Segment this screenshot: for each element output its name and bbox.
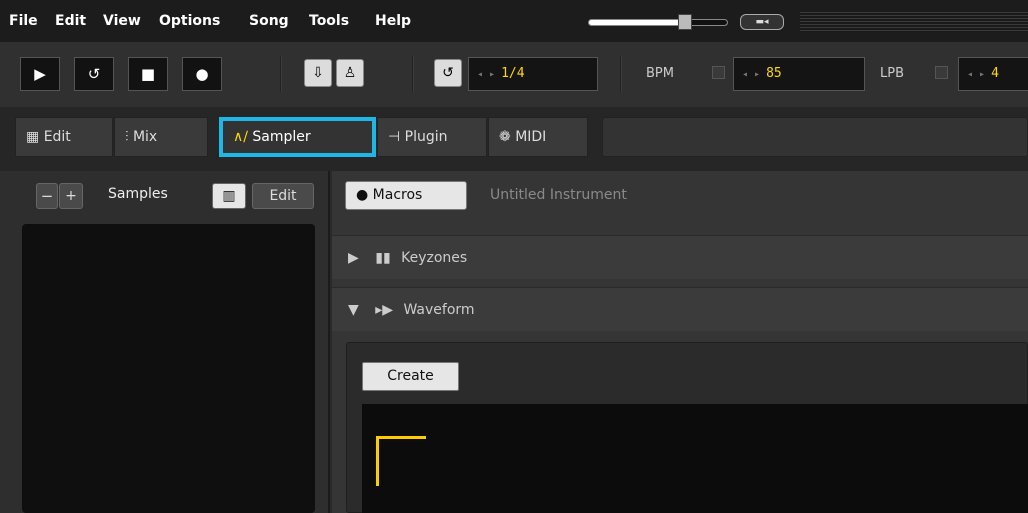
tab-mix[interactable]: ⫶ Mix: [114, 117, 208, 157]
play-button[interactable]: ▶: [20, 57, 60, 91]
collapse-arrow-icon: ▼: [348, 302, 359, 318]
master-volume-handle[interactable]: [678, 14, 692, 30]
plug-icon: ⊣: [388, 129, 401, 145]
bpm-checkbox[interactable]: [712, 66, 725, 79]
create-sample-button[interactable]: Create: [362, 362, 459, 391]
tab-edit-label: Edit: [43, 129, 71, 145]
piano-keys-icon: ▥: [222, 188, 236, 204]
metronome-button[interactable]: ♙: [336, 59, 364, 87]
loop-icon: ↺: [87, 65, 101, 83]
waveform-zigzag-icon: ∧∕: [233, 129, 248, 145]
follow-playhead-button[interactable]: ⇩: [304, 59, 332, 87]
macro-knob-icon: ●: [356, 187, 369, 203]
bpm-stepper[interactable]: ◂ ▸ 85: [733, 57, 865, 91]
menu-view[interactable]: View: [103, 13, 141, 29]
keyzones-icon: ▮▮: [375, 250, 391, 266]
tab-mix-label: Mix: [132, 129, 158, 145]
toolbar-separator: [280, 56, 282, 92]
lpb-value: 4: [991, 66, 999, 81]
lpb-stepper[interactable]: ◂ ▸ 4: [958, 57, 1028, 91]
output-meter: [800, 12, 1028, 32]
record-button[interactable]: ●: [182, 57, 222, 91]
loop-play-button[interactable]: ↺: [74, 57, 114, 91]
tab-plugin[interactable]: ⊣ Plugin: [377, 117, 487, 157]
lpb-checkbox[interactable]: [935, 66, 948, 79]
stepper-arrows-icon[interactable]: ◂ ▸: [959, 69, 985, 80]
tab-midi[interactable]: ❁ MIDI: [488, 117, 588, 157]
record-icon: ●: [195, 65, 209, 83]
instrument-name[interactable]: Untitled Instrument: [490, 187, 627, 203]
menu-song[interactable]: Song: [249, 13, 289, 29]
metronome-icon: ♙: [343, 65, 357, 81]
samples-edit-button[interactable]: Edit: [252, 183, 314, 209]
toolbar-separator: [620, 56, 622, 92]
step-length-stepper[interactable]: ◂ ▸ 1/4: [468, 57, 598, 91]
samples-label: Samples: [108, 186, 168, 202]
bpm-value: 85: [766, 66, 782, 81]
waveform-section-header[interactable]: ▼ ▸▶ Waveform: [332, 287, 1028, 331]
loop-start-marker[interactable]: [376, 436, 426, 439]
follow-icon: ⇩: [312, 65, 324, 81]
keyzones-section-header[interactable]: ▶ ▮▮ Keyzones: [332, 235, 1028, 279]
waveform-icon: ▸▶: [375, 302, 394, 318]
menu-tools[interactable]: Tools: [309, 13, 349, 29]
stop-icon: ■: [140, 65, 156, 83]
tab-sampler-label: Sampler: [252, 129, 311, 145]
loop-icon: ↺: [442, 65, 454, 81]
tab-midi-label: MIDI: [515, 129, 547, 145]
tab-plugin-label: Plugin: [404, 129, 448, 145]
loop-toggle-button[interactable]: ↺: [434, 59, 462, 87]
loop-start-marker-line[interactable]: [376, 436, 379, 486]
menu-options[interactable]: Options: [159, 13, 220, 29]
keyboard-button[interactable]: ▥: [212, 183, 246, 209]
master-volume-slider[interactable]: [588, 19, 728, 26]
mixer-icon: ⫶: [125, 129, 129, 145]
add-sample-button[interactable]: +: [59, 183, 83, 209]
audio-output-icon[interactable]: ▬◂: [740, 14, 784, 30]
samples-list[interactable]: [22, 224, 315, 513]
menu-edit[interactable]: Edit: [55, 13, 86, 29]
pattern-grid-icon: ▦: [26, 129, 40, 145]
remove-sample-button[interactable]: −: [36, 183, 58, 209]
keyzones-label: Keyzones: [401, 250, 468, 266]
macros-button[interactable]: ● Macros: [345, 181, 467, 210]
expand-arrow-icon: ▶: [348, 250, 359, 266]
macros-label: Macros: [372, 187, 423, 203]
step-length-value: 1/4: [501, 66, 525, 81]
tab-bar-filler: [602, 117, 1028, 157]
toolbar-separator: [412, 56, 414, 92]
waveform-label: Waveform: [403, 302, 475, 318]
menu-file[interactable]: File: [9, 13, 38, 29]
stepper-arrows-icon[interactable]: ◂ ▸: [734, 69, 760, 80]
tab-sampler[interactable]: ∧∕ Sampler: [219, 117, 376, 157]
lpb-label: LPB: [880, 66, 905, 81]
midi-connector-icon: ❁: [499, 129, 511, 145]
play-icon: ▶: [34, 65, 46, 83]
tab-edit[interactable]: ▦ Edit: [15, 117, 113, 157]
stop-button[interactable]: ■: [128, 57, 168, 91]
waveform-display[interactable]: [362, 404, 1028, 513]
bpm-label: BPM: [646, 66, 674, 81]
stepper-arrows-icon[interactable]: ◂ ▸: [469, 69, 495, 80]
menu-help[interactable]: Help: [375, 13, 411, 29]
